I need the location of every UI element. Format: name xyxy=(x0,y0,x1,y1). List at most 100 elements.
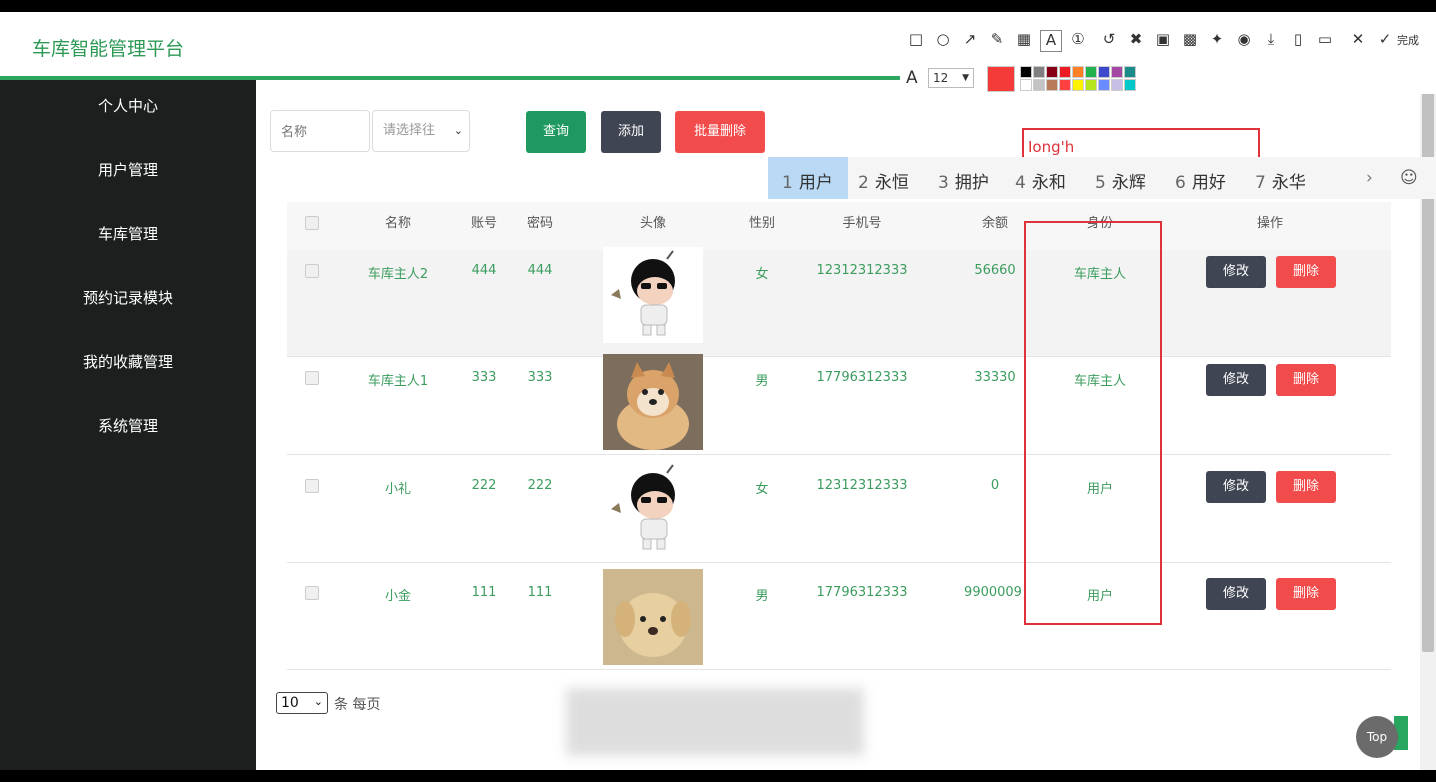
col-avatar: 头像 xyxy=(639,216,666,231)
edit-button[interactable]: 修改 xyxy=(1206,471,1266,503)
translate-icon[interactable]: ▣ xyxy=(1152,30,1174,48)
row-checkbox[interactable] xyxy=(305,371,319,385)
color-swatch[interactable] xyxy=(1072,79,1084,91)
color-swatch[interactable] xyxy=(1020,79,1032,91)
color-swatch[interactable] xyxy=(1072,66,1084,78)
edit-button[interactable]: 修改 xyxy=(1206,256,1266,288)
sidebar-item-garage-management[interactable]: 车库管理 xyxy=(0,214,256,254)
active-color-swatch[interactable] xyxy=(987,66,1015,92)
color-swatch[interactable] xyxy=(1098,66,1110,78)
cell-account: 444 xyxy=(471,263,497,278)
ocr-icon[interactable]: ▩ xyxy=(1179,30,1201,48)
query-button[interactable]: 查询 xyxy=(526,111,586,153)
color-swatch[interactable] xyxy=(1033,66,1045,78)
download-icon[interactable]: ⤓ xyxy=(1260,30,1282,48)
ime-candidate-bar: 1 用户 2 永恒 3 拥护 4 永和 5 永辉 6 用好 7 永华 › ☺ xyxy=(768,157,1436,199)
color-swatch[interactable] xyxy=(1046,79,1058,91)
annotation-rectangle xyxy=(1024,221,1162,625)
color-swatch[interactable] xyxy=(1098,79,1110,91)
cell-gender: 男 xyxy=(755,374,769,389)
crop-icon[interactable]: ✖ xyxy=(1125,30,1147,48)
delete-button[interactable]: 删除 xyxy=(1276,578,1336,610)
text-tool-icon[interactable]: A xyxy=(1040,30,1062,52)
sidebar-item-reservation-records[interactable]: 预约记录模块 xyxy=(0,278,256,318)
ime-candidate-3[interactable]: 3 拥护 xyxy=(938,168,989,193)
ime-candidate-4[interactable]: 4 永和 xyxy=(1015,168,1066,193)
annotation-input-text: Iong'h xyxy=(1028,138,1075,156)
cell-password: 111 xyxy=(527,585,553,600)
color-swatch[interactable] xyxy=(1085,66,1097,78)
smiley-icon[interactable]: ☺ xyxy=(1400,168,1418,188)
undo-icon[interactable]: ↺ xyxy=(1098,30,1120,48)
page-size-select[interactable]: 10 ⌄ xyxy=(276,692,328,714)
color-swatch[interactable] xyxy=(1111,66,1123,78)
avatar-image-cartoon-boy xyxy=(603,247,703,343)
annotation-toolbar: □ ○ ↗ ✎ ▦ A ① ↺ ✖ ▣ ▩ ✦ ◉ ⤓ ▯ ▭ ✕ ✓ 完成 A… xyxy=(900,18,1436,94)
row-checkbox[interactable] xyxy=(305,479,319,493)
color-swatch[interactable] xyxy=(1124,66,1136,78)
chevron-down-icon: ⌄ xyxy=(453,124,463,137)
avatar-image-golden-puppy xyxy=(603,569,703,665)
cell-name: 小礼 xyxy=(384,482,411,497)
font-size-select[interactable]: 12 ▼ xyxy=(928,68,974,88)
done-label[interactable]: 完成 xyxy=(1397,32,1419,48)
color-swatch[interactable] xyxy=(1111,79,1123,91)
name-search-input[interactable] xyxy=(270,110,370,152)
back-to-top-button[interactable]: Top xyxy=(1356,716,1398,758)
col-password: 密码 xyxy=(526,216,553,231)
row-checkbox[interactable] xyxy=(305,264,319,278)
col-gender: 性别 xyxy=(748,216,775,231)
rectangle-tool-icon[interactable]: □ xyxy=(905,30,927,48)
chevron-down-icon: ▼ xyxy=(962,73,969,83)
delete-button[interactable]: 删除 xyxy=(1276,471,1336,503)
edit-button[interactable]: 修改 xyxy=(1206,578,1266,610)
record-icon[interactable]: ◉ xyxy=(1233,30,1255,48)
ime-candidate-6[interactable]: 6 用好 xyxy=(1175,168,1226,193)
bookmark-icon[interactable]: ▭ xyxy=(1314,30,1336,48)
ime-candidate-1[interactable]: 1 用户 xyxy=(782,168,833,193)
sidebar-item-user-management[interactable]: 用户管理 xyxy=(0,150,256,190)
select-all-checkbox[interactable] xyxy=(305,216,319,230)
chevron-right-icon[interactable]: › xyxy=(1366,168,1373,188)
ime-candidate-2[interactable]: 2 永恒 xyxy=(858,168,909,193)
ellipse-tool-icon[interactable]: ○ xyxy=(932,30,954,48)
color-swatch[interactable] xyxy=(1124,79,1136,91)
cell-phone: 12312312333 xyxy=(816,478,908,493)
color-swatch[interactable] xyxy=(1046,66,1058,78)
color-swatch[interactable] xyxy=(1059,79,1071,91)
color-swatch[interactable] xyxy=(1033,79,1045,91)
color-palette xyxy=(1020,66,1138,92)
cell-balance: 56660 xyxy=(974,263,1016,278)
number-tool-icon[interactable]: ① xyxy=(1067,30,1089,48)
cell-phone: 12312312333 xyxy=(816,263,908,278)
add-button[interactable]: 添加 xyxy=(601,111,661,153)
sidebar-item-personal-center[interactable]: 个人中心 xyxy=(0,86,256,126)
delete-button[interactable]: 删除 xyxy=(1276,256,1336,288)
cell-gender: 女 xyxy=(755,482,769,497)
phone-icon[interactable]: ▯ xyxy=(1287,30,1309,48)
ime-candidate-5[interactable]: 5 永辉 xyxy=(1095,168,1146,193)
cell-account: 222 xyxy=(471,478,497,493)
ime-candidate-7[interactable]: 7 永华 xyxy=(1255,168,1306,193)
pin-icon[interactable]: ✦ xyxy=(1206,30,1228,48)
mosaic-tool-icon[interactable]: ▦ xyxy=(1013,30,1035,48)
filter-select[interactable]: 请选择往 ⌄ xyxy=(372,110,470,152)
col-name: 名称 xyxy=(384,216,411,231)
sidebar-item-system[interactable]: 系统管理 xyxy=(0,406,256,446)
pen-tool-icon[interactable]: ✎ xyxy=(986,30,1008,48)
color-swatch[interactable] xyxy=(1059,66,1071,78)
cell-password: 222 xyxy=(527,478,553,493)
color-swatch[interactable] xyxy=(1020,66,1032,78)
check-icon[interactable]: ✓ xyxy=(1374,30,1396,48)
cell-gender: 男 xyxy=(755,589,769,604)
arrow-tool-icon[interactable]: ↗ xyxy=(959,30,981,48)
delete-button[interactable]: 删除 xyxy=(1276,364,1336,396)
row-checkbox[interactable] xyxy=(305,586,319,600)
color-swatch[interactable] xyxy=(1085,79,1097,91)
edit-button[interactable]: 修改 xyxy=(1206,364,1266,396)
cell-password: 333 xyxy=(527,370,553,385)
sidebar-item-favorites[interactable]: 我的收藏管理 xyxy=(0,342,256,382)
batch-delete-button[interactable]: 批量删除 xyxy=(675,111,765,153)
close-icon[interactable]: ✕ xyxy=(1347,30,1369,48)
cell-balance: 9900009 xyxy=(964,585,1022,600)
